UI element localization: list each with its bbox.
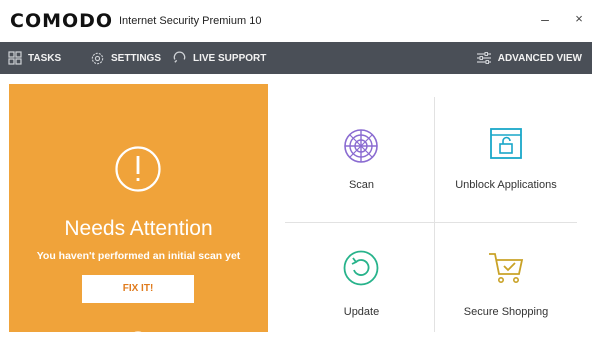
gear-icon bbox=[91, 52, 104, 64]
tasks-menu[interactable]: TASKS bbox=[8, 42, 61, 74]
settings-menu[interactable]: SETTINGS bbox=[90, 42, 161, 74]
scan-label: Scan bbox=[348, 179, 375, 191]
secure-shopping-label: Secure Shopping bbox=[463, 306, 549, 318]
unblock-applications-label: Unblock Applications bbox=[455, 179, 557, 191]
scan-icon bbox=[344, 129, 378, 163]
live-support-icon bbox=[173, 51, 186, 63]
title-bar: COMODO Internet Security Premium 10 – × bbox=[0, 0, 592, 42]
scan-tile[interactable]: Scan bbox=[289, 97, 434, 222]
unlock-window-icon bbox=[490, 128, 522, 159]
exclamation-icon bbox=[115, 146, 161, 192]
update-refresh-icon bbox=[343, 250, 379, 286]
close-button[interactable]: × bbox=[567, 7, 591, 31]
minimize-button[interactable]: – bbox=[533, 7, 557, 31]
product-name: Internet Security Premium 10 bbox=[119, 15, 262, 27]
sliders-icon bbox=[476, 52, 491, 64]
unblock-applications-tile[interactable]: Unblock Applications bbox=[435, 97, 577, 222]
main-toolbar: TASKS SETTINGS LIVE SUPPORT ADVANCED VIE… bbox=[0, 42, 592, 74]
live-support-menu[interactable]: LIVE SUPPORT bbox=[172, 42, 266, 74]
fix-it-button[interactable]: FIX IT! bbox=[82, 275, 194, 303]
settings-label: SETTINGS bbox=[111, 52, 162, 64]
live-support-label: LIVE SUPPORT bbox=[193, 52, 267, 64]
tasks-icon bbox=[8, 51, 22, 65]
secure-shopping-tile[interactable]: Secure Shopping bbox=[435, 223, 577, 332]
scroll-indicator-icon[interactable] bbox=[128, 322, 148, 342]
status-panel: Needs Attention You haven't performed an… bbox=[9, 84, 268, 337]
advanced-view-label: ADVANCED VIEW bbox=[497, 52, 582, 64]
status-heading: Needs Attention bbox=[64, 217, 213, 240]
app-logo: COMODO bbox=[10, 10, 114, 32]
update-tile[interactable]: Update bbox=[289, 223, 434, 332]
update-label: Update bbox=[343, 306, 380, 318]
status-message: You haven't performed an initial scan ye… bbox=[36, 250, 241, 262]
advanced-view-button[interactable]: ADVANCED VIEW bbox=[476, 42, 582, 74]
tasks-label: TASKS bbox=[28, 52, 62, 64]
shopping-cart-icon bbox=[489, 253, 524, 283]
